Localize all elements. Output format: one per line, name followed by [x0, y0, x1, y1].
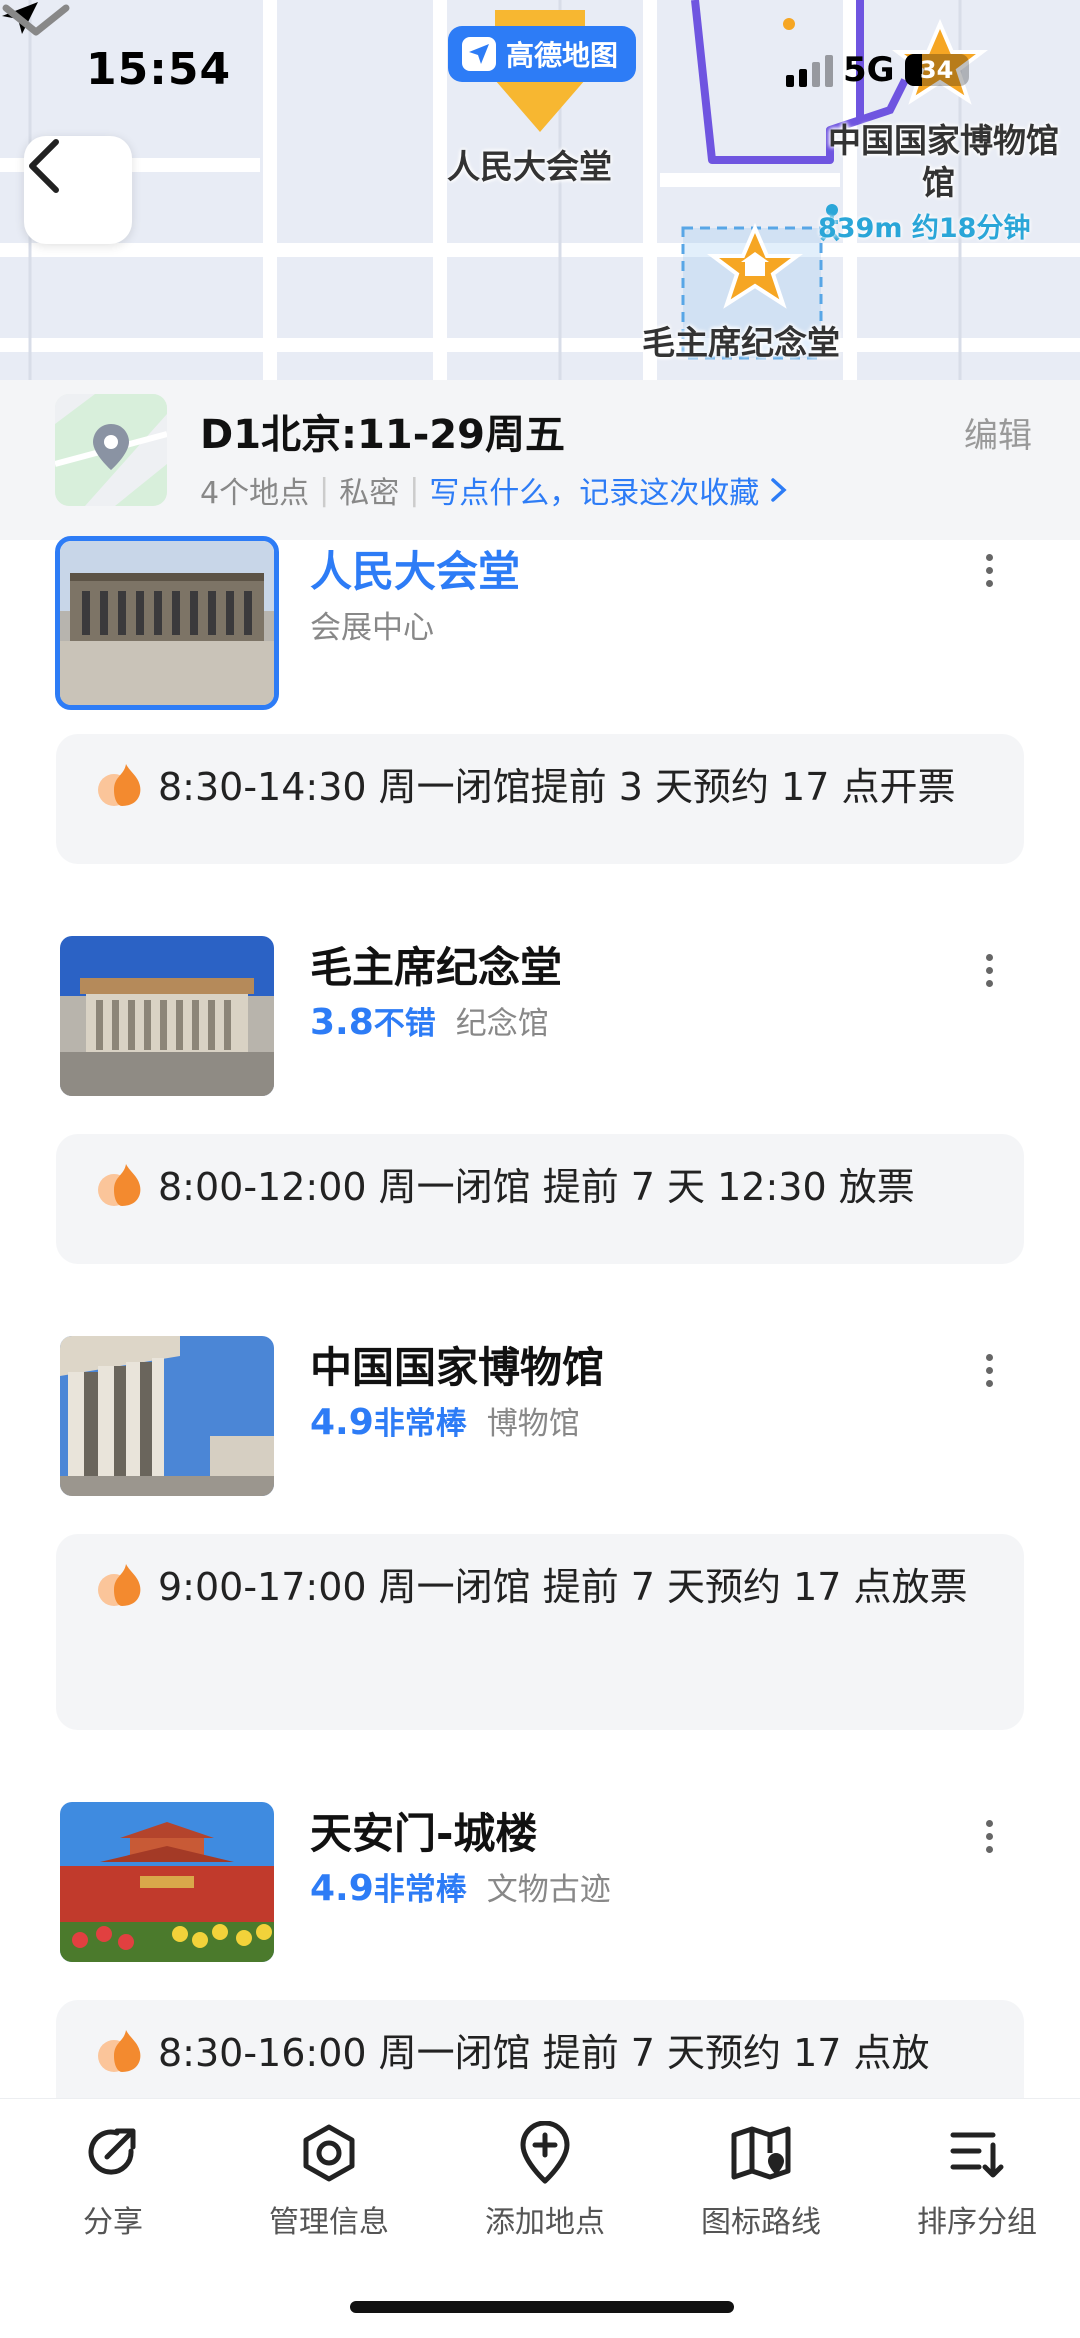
place-category: 会展中心: [310, 610, 434, 646]
place-note[interactable]: 8:30-14:30 周一闭馆提前 3 天预约 17 点开票: [56, 734, 1024, 864]
back-button[interactable]: [24, 136, 132, 244]
place-note[interactable]: 8:00-12:00 周一闭馆 提前 7 天 12:30 放票: [56, 1134, 1024, 1264]
status-time: 15:54: [86, 44, 232, 95]
place-name[interactable]: 天安门-城楼: [310, 1800, 537, 1861]
privacy-label[interactable]: 私密: [339, 468, 399, 512]
place-category: 文物古迹: [486, 1872, 611, 1908]
map-view[interactable]: 15:54 5G 34 高德地图 人民大会堂 中国国家博物馆 馆 毛主席纪念堂 …: [0, 0, 1080, 380]
collection-subtitle: 4个地点 | 私密 | 写点什么，记录这次收藏: [200, 468, 793, 512]
sort-group-button[interactable]: 排序分组: [869, 2121, 1080, 2241]
share-label: 分享: [83, 2205, 143, 2240]
map-route-label: 图标路线: [701, 2205, 821, 2240]
place-count: 4个地点: [200, 476, 310, 511]
memo-link[interactable]: 写点什么，记录这次收藏: [429, 468, 759, 512]
manage-info-icon: [303, 2124, 355, 2182]
fire-icon: [98, 764, 141, 806]
place-note-text: 8:30-16:00 周一闭馆 提前 7 天预约 17 点放: [158, 2031, 930, 2075]
place-note-text: 8:00-12:00 周一闭馆 提前 7 天 12:30 放票: [158, 1165, 915, 1209]
divider: |: [319, 472, 330, 508]
manage-info-label: 管理信息: [269, 2205, 389, 2240]
amap-logo-icon: [462, 37, 496, 71]
battery-level: 34: [919, 56, 954, 84]
add-location-label: 添加地点: [485, 2205, 605, 2240]
more-options-icon[interactable]: [986, 554, 993, 587]
amap-app-badge[interactable]: 高德地图: [448, 26, 637, 82]
place-note-text: 8:30-14:30 周一闭馆提前 3 天预约 17 点开票: [158, 765, 956, 809]
collection-map-thumbnail: [55, 394, 167, 506]
place-name[interactable]: 毛主席纪念堂: [310, 934, 562, 995]
more-options-icon[interactable]: [986, 954, 993, 987]
signal-icon: [786, 53, 833, 87]
share-button[interactable]: 分享: [5, 2121, 221, 2241]
amap-app-name: 高德地图: [506, 39, 619, 72]
status-indicators: 5G 34: [786, 50, 969, 90]
more-options-icon[interactable]: [986, 1354, 993, 1387]
place-name[interactable]: 人民大会堂: [310, 538, 520, 599]
place-rating: 4.9非常棒: [310, 1402, 467, 1443]
collection-title: D1北京:11-29周五: [200, 412, 565, 458]
place-photo[interactable]: [60, 1336, 274, 1496]
edit-button[interactable]: 编辑: [964, 408, 1032, 457]
sort-group-label: 排序分组: [917, 2205, 1037, 2240]
chevron-right-icon: [771, 478, 787, 502]
divider: |: [409, 472, 420, 508]
battery-icon: 34: [904, 54, 969, 86]
add-location-icon: [520, 2121, 570, 2184]
place-category: 纪念馆: [455, 1006, 549, 1042]
map-route-button[interactable]: 图标路线: [653, 2121, 869, 2241]
place-photo[interactable]: [60, 936, 274, 1096]
place-photo[interactable]: [60, 1802, 274, 1962]
add-location-button[interactable]: 添加地点: [437, 2121, 653, 2241]
fire-icon: [98, 1564, 141, 1606]
chevron-left-icon: [29, 139, 59, 193]
map-label-national-museum-line2: 馆: [922, 163, 955, 202]
place-rating: 4.9非常棒: [310, 1868, 467, 1909]
map-route-icon: [731, 2126, 791, 2180]
place-rating: 3.8不错: [310, 1002, 436, 1043]
more-options-icon[interactable]: [986, 1820, 993, 1853]
manage-info-button[interactable]: 管理信息: [221, 2121, 437, 2241]
map-label-national-museum[interactable]: 中国国家博物馆: [828, 114, 1059, 162]
place-note-text: 9:00-17:00 周一闭馆 提前 7 天预约 17 点放票: [158, 1565, 968, 1609]
place-meta: 会展中心: [310, 602, 434, 647]
collection-header: D1北京:11-29周五 4个地点 | 私密 | 写点什么，记录这次收藏 编辑: [0, 380, 1080, 540]
share-icon: [88, 2128, 136, 2175]
fire-icon: [98, 1164, 141, 1206]
network-type: 5G: [843, 50, 895, 90]
place-name[interactable]: 中国国家博物馆: [310, 1334, 604, 1395]
place-photo[interactable]: [55, 536, 279, 710]
home-indicator[interactable]: [350, 2301, 734, 2313]
place-meta: 3.8不错 纪念馆: [310, 998, 549, 1043]
map-label-great-hall[interactable]: 人民大会堂: [447, 140, 612, 188]
walk-distance-label: 839m 约18分钟: [818, 213, 1031, 244]
place-category: 博物馆: [486, 1406, 580, 1442]
place-meta: 4.9非常棒 博物馆: [310, 1398, 580, 1443]
place-note[interactable]: 9:00-17:00 周一闭馆 提前 7 天预约 17 点放票: [56, 1534, 1024, 1730]
fire-icon: [98, 2030, 141, 2072]
map-label-mausoleum[interactable]: 毛主席纪念堂: [642, 316, 840, 364]
collapse-chevron-icon[interactable]: [0, 0, 72, 40]
sort-group-icon: [950, 2132, 1004, 2178]
place-meta: 4.9非常棒 文物古迹: [310, 1864, 611, 1909]
